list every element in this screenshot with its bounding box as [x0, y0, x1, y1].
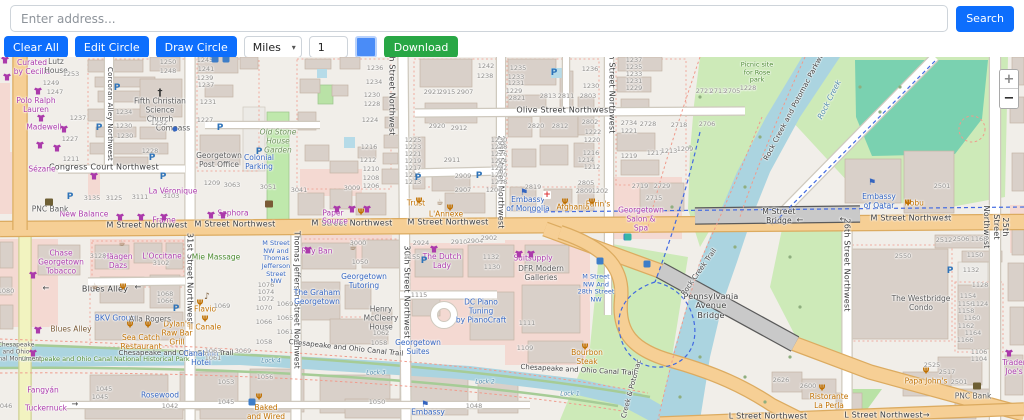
zoom-in-button[interactable]: +	[1000, 70, 1018, 89]
address-bar: Search	[0, 0, 1024, 36]
search-button[interactable]: Search	[956, 5, 1014, 32]
circle-color-swatch[interactable]	[354, 36, 377, 58]
map-application: Search Clear All Edit Circle Draw Circle…	[0, 0, 1024, 420]
map-canvas[interactable]: M Street Northwest M Street Northwest M St…	[0, 57, 1024, 420]
download-button[interactable]: Download	[383, 36, 459, 58]
zoom-out-button[interactable]: −	[1000, 89, 1018, 108]
zoom-control: + −	[999, 69, 1019, 109]
clear-all-button[interactable]: Clear All	[4, 36, 68, 58]
map-graphics	[0, 57, 1024, 420]
chevron-down-icon: ▾	[291, 43, 296, 52]
address-input[interactable]	[10, 5, 949, 32]
draw-circle-button[interactable]: Draw Circle	[155, 36, 237, 58]
radius-input[interactable]	[308, 36, 348, 58]
edit-circle-button[interactable]: Edit Circle	[74, 36, 149, 58]
unit-select[interactable]: Miles ▾	[243, 36, 302, 58]
unit-select-value: Miles	[252, 40, 281, 54]
